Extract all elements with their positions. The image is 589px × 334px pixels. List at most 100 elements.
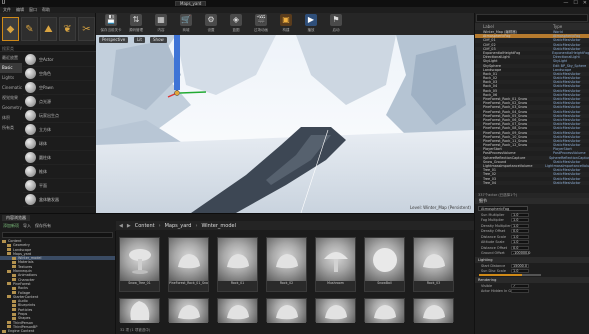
foliage-mode-button[interactable]: ❦ <box>59 17 76 41</box>
viewport-show-button[interactable]: Show <box>150 37 167 43</box>
asset-tile[interactable]: Mushroom <box>315 237 356 292</box>
place-actor-label: 盒体触发器 <box>39 196 59 202</box>
place-category-item[interactable]: 视觉效果 <box>0 93 22 103</box>
minimize-button[interactable]: — <box>563 0 568 7</box>
folder-search-input[interactable] <box>2 232 113 238</box>
property-value-field[interactable]: 15000.0 <box>511 263 529 268</box>
place-actor-item[interactable]: 圆柱体 <box>23 151 95 165</box>
import-button[interactable]: 导入 <box>23 222 31 230</box>
folder-icon <box>12 291 16 295</box>
outliner-header: Label Type <box>475 23 589 30</box>
property-value-field[interactable]: 1.0 <box>511 240 529 245</box>
breadcrumb-maps[interactable]: Maps_yard <box>165 223 192 229</box>
asset-tile[interactable]: Rock_01 <box>217 237 258 292</box>
asset-tile[interactable]: SnowBall <box>364 237 405 292</box>
asset-tile[interactable] <box>413 298 454 323</box>
toolbar-button[interactable]: ⇅ 源码管理 <box>124 14 148 34</box>
outliner-search-input[interactable] <box>476 14 588 22</box>
asset-tile[interactable] <box>266 298 307 323</box>
property-value-field[interactable]: 0.0 <box>511 245 529 250</box>
asset-tile[interactable]: Rock_02 <box>266 237 307 292</box>
asset-tile[interactable]: PineForest_Rock_01_Snow <box>168 237 209 292</box>
object-name-field[interactable]: AtmosphericFog <box>478 205 528 211</box>
sun-disc-slider[interactable] <box>479 274 541 276</box>
asset-tile[interactable] <box>217 298 258 323</box>
asset-tile[interactable] <box>119 298 160 323</box>
place-actor-item[interactable]: 空角色 <box>23 67 95 81</box>
add-new-button[interactable]: 添加新项 <box>3 222 19 230</box>
maximize-button[interactable]: ☐ <box>573 0 577 7</box>
place-mode-button[interactable]: ◆ <box>2 17 19 41</box>
property-name: Density Offset <box>481 229 506 234</box>
toolbar-button[interactable]: 🎬 过场动画 <box>249 14 273 34</box>
place-search-input[interactable]: 搜索类 <box>0 45 96 52</box>
toolbar-button[interactable]: 💾 保存当前关卡 <box>99 14 123 34</box>
level-viewport[interactable]: Perspective Lit Show Level: Winter_Map (… <box>96 35 474 213</box>
folder-icon <box>12 299 16 303</box>
property-value-field[interactable]: ✓ <box>511 283 529 288</box>
toolbar-button-label: 保存当前关卡 <box>100 28 122 32</box>
place-actor-item[interactable]: 点光源 <box>23 95 95 109</box>
place-category-item[interactable]: Lights <box>0 73 22 83</box>
place-actor-item[interactable]: 球体 <box>23 137 95 151</box>
project-tab[interactable]: Maps_yard <box>175 1 207 6</box>
paint-mode-button[interactable]: ✎ <box>21 17 38 41</box>
place-actor-item[interactable]: 空Pawn <box>23 81 95 95</box>
geometry-mode-button[interactable]: ✂ <box>78 17 95 41</box>
place-category-item[interactable]: 最近放置 <box>0 53 22 63</box>
toolbar-button[interactable]: ⚙ 设置 <box>199 14 223 34</box>
content-browser: 内容浏览器 添加新项 导入 保存所有 ◀ ▶ Content › Maps_ya… <box>0 213 474 334</box>
place-category-item[interactable]: 所有类 <box>0 123 22 133</box>
property-value-field[interactable]: 0.0 <box>511 229 529 234</box>
breadcrumb-folder[interactable]: Winter_model <box>201 223 236 229</box>
asset-tile[interactable]: Snow_Tree_01 <box>119 237 160 292</box>
landscape-mode-button[interactable]: ⛰ <box>40 17 57 41</box>
toolbar-button[interactable]: ◈ 蓝图 <box>224 14 248 34</box>
property-row: Ground Offset -100000.0 <box>475 251 589 257</box>
toolbar-button[interactable]: ▦ 内容 <box>149 14 173 34</box>
place-actor-item[interactable]: 椎体 <box>23 165 95 179</box>
breadcrumb-content[interactable]: Content <box>135 223 155 229</box>
asset-tile[interactable]: Rock_03 <box>413 237 454 292</box>
toolbar-icon: ⚑ <box>330 14 342 26</box>
place-category-item[interactable]: Geometry <box>0 103 22 113</box>
folder-icon <box>7 269 11 273</box>
asset-tile[interactable] <box>315 298 356 323</box>
viewport-perspective-button[interactable]: Perspective <box>99 37 129 43</box>
place-category-item[interactable]: 体积 <box>0 113 22 123</box>
property-value-field[interactable]: 1.0 <box>511 212 529 217</box>
property-name: Sun Disc Scale <box>481 269 506 274</box>
forward-arrow-icon[interactable]: ▶ <box>127 223 131 229</box>
property-value-field[interactable]: -100000.0 <box>511 251 530 256</box>
property-value-field[interactable] <box>511 289 529 294</box>
outliner-col-type[interactable]: Type <box>553 23 562 30</box>
folder-tree-item[interactable]: Engine Content <box>0 329 115 333</box>
toolbar-button[interactable]: 🛒 商城 <box>174 14 198 34</box>
toolbar-button[interactable]: ⚑ 启动 <box>324 14 348 34</box>
asset-tile[interactable] <box>168 298 209 323</box>
toolbar-button[interactable]: ▣ 构建 <box>274 14 298 34</box>
place-actor-item[interactable]: 玩家出生点 <box>23 109 95 123</box>
place-actor-item[interactable]: 空Actor <box>23 53 95 67</box>
place-category-item[interactable]: Cinematic <box>0 83 22 93</box>
property-value-field[interactable]: 1.0 <box>511 223 529 228</box>
property-value-field[interactable]: 1.0 <box>511 269 529 274</box>
property-name: Actor Hidden In Game <box>481 289 511 294</box>
close-button[interactable]: ✕ <box>583 0 587 7</box>
place-actor-item[interactable]: 平面 <box>23 179 95 193</box>
outliner-row[interactable]: Tree_04 StaticMeshActor <box>475 180 589 185</box>
property-value-field[interactable]: 1.0 <box>511 218 529 223</box>
asset-thumbnail <box>316 299 355 323</box>
place-actor-item[interactable]: 立方体 <box>23 123 95 137</box>
place-category-item[interactable]: Basic <box>0 63 22 73</box>
asset-tile[interactable] <box>364 298 405 323</box>
unreal-logo: U <box>1 0 6 6</box>
toolbar-button[interactable]: ▶ 播放 <box>299 14 323 34</box>
place-actor-item[interactable]: 盒体触发器 <box>23 193 95 207</box>
viewport-lit-button[interactable]: Lit <box>134 37 145 43</box>
outliner-col-label[interactable]: Label <box>475 23 553 30</box>
property-value-field[interactable]: 1.0 <box>511 234 529 239</box>
back-arrow-icon[interactable]: ◀ <box>119 223 123 229</box>
content-browser-tab[interactable]: 内容浏览器 <box>2 215 30 221</box>
save-all-button[interactable]: 保存所有 <box>35 222 51 230</box>
